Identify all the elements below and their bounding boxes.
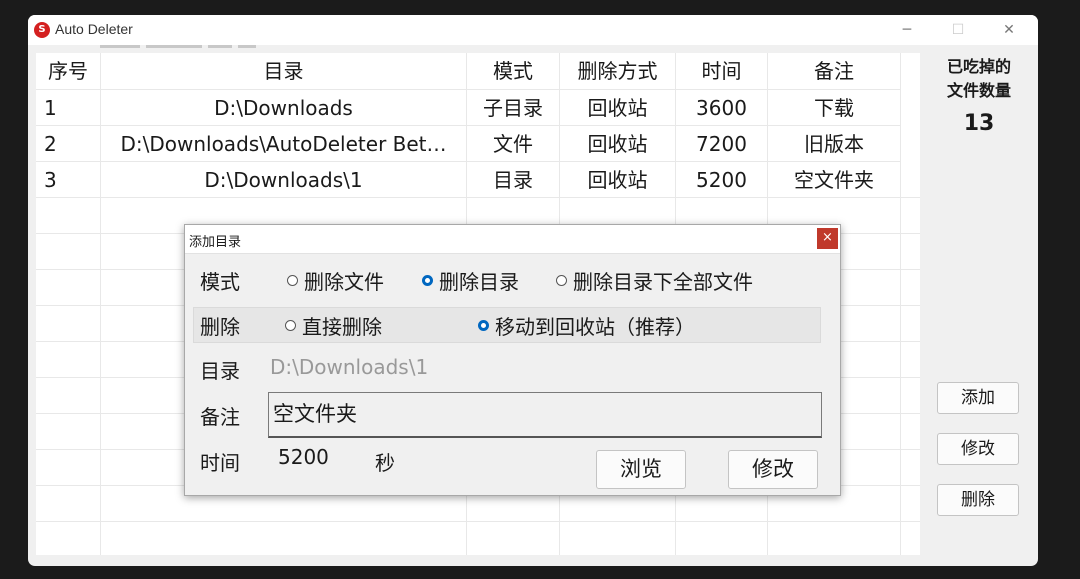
cell-index: 1 [36, 89, 101, 125]
cell-index: 3 [36, 161, 101, 197]
maximize-button[interactable]: ☐ [935, 15, 981, 45]
minimize-button[interactable]: ─ [884, 15, 930, 45]
add-directory-dialog: 添加目录 × 模式 删除文件 删除目录 删除目录下全部文件 删除 直接删除 移动… [184, 224, 841, 496]
radio-icon [285, 320, 296, 331]
col-header-note[interactable]: 备注 [768, 53, 901, 89]
delete-button[interactable]: 删除 [937, 484, 1019, 516]
cell-delete-method: 回收站 [560, 125, 676, 161]
cell-directory: D:\Downloads\1 [101, 161, 467, 197]
cell-directory: D:\Downloads\AutoDeleter Bet… [101, 125, 467, 161]
cell-time: 7200 [676, 125, 768, 161]
cell-mode: 文件 [467, 125, 560, 161]
note-input[interactable]: 空文件夹 [268, 392, 822, 438]
edit-button[interactable]: 修改 [937, 433, 1019, 465]
mode-label: 模式 [200, 270, 240, 294]
close-button[interactable]: ✕ [986, 15, 1032, 45]
browse-button[interactable]: 浏览 [596, 450, 686, 489]
cell-directory: D:\Downloads [101, 89, 467, 125]
app-logo-icon: S [34, 22, 50, 38]
dialog-title-bar: 添加目录 × [185, 225, 840, 254]
window-title: Auto Deleter [55, 21, 133, 37]
cell-delete-method: 回收站 [560, 89, 676, 125]
toolbar-ghost [100, 45, 300, 52]
directory-label: 目录 [200, 359, 240, 383]
cell-mode: 子目录 [467, 89, 560, 125]
title-bar: S Auto Deleter ─ ☐ ✕ [28, 15, 1038, 45]
col-header-mode[interactable]: 模式 [467, 53, 560, 89]
delete-radio-recycle-bin[interactable]: 移动到回收站（推荐） [478, 311, 695, 340]
cell-note: 空文件夹 [768, 161, 901, 197]
cell-note: 旧版本 [768, 125, 901, 161]
cell-time: 3600 [676, 89, 768, 125]
time-input[interactable]: 5200 [278, 445, 329, 469]
mode-radio-delete-all-in-directory[interactable]: 删除目录下全部文件 [556, 266, 753, 295]
col-header-directory[interactable]: 目录 [101, 53, 467, 89]
time-label: 时间 [200, 451, 240, 475]
empty-row [36, 521, 920, 555]
radio-selected-icon [422, 275, 433, 286]
cell-note: 下载 [768, 89, 901, 125]
note-label: 备注 [200, 405, 240, 429]
dialog-title: 添加目录 [189, 235, 242, 250]
dialog-close-button[interactable]: × [817, 228, 838, 249]
cell-index: 2 [36, 125, 101, 161]
col-header-delete-method[interactable]: 删除方式 [560, 53, 676, 89]
mode-radio-delete-directory[interactable]: 删除目录 [422, 266, 519, 295]
radio-icon [556, 275, 567, 286]
radio-selected-icon [478, 320, 489, 331]
deleted-count-value: 13 [963, 111, 995, 136]
radio-icon [287, 275, 298, 286]
directory-value: D:\Downloads\1 [270, 355, 429, 379]
delete-radio-direct[interactable]: 直接删除 [285, 311, 382, 340]
mode-radio-delete-files[interactable]: 删除文件 [287, 266, 384, 295]
delete-label: 删除 [200, 315, 240, 339]
cell-mode: 目录 [467, 161, 560, 197]
col-header-index[interactable]: 序号 [36, 53, 101, 89]
time-unit: 秒 [375, 451, 395, 475]
cell-time: 5200 [676, 161, 768, 197]
cell-delete-method: 回收站 [560, 161, 676, 197]
add-button[interactable]: 添加 [937, 382, 1019, 414]
deleted-count-title: 已吃掉的 文件数量 [946, 57, 1011, 100]
col-header-time[interactable]: 时间 [676, 53, 768, 89]
modify-button[interactable]: 修改 [728, 450, 818, 489]
